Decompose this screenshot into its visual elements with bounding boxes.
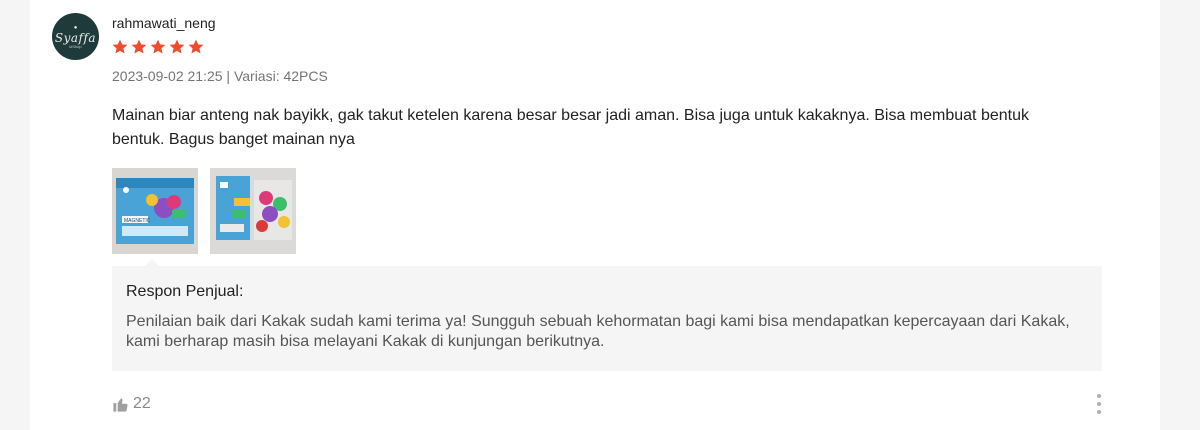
review-photos: MAGNETIC — [112, 168, 296, 254]
more-vertical-icon-dot — [1097, 410, 1101, 414]
reviewer-username: rahmawati_neng — [112, 15, 216, 31]
product-box-photo-icon: MAGNETIC — [112, 168, 198, 254]
review-photo-2[interactable] — [210, 168, 296, 254]
star-icon — [150, 39, 166, 54]
star-icon — [112, 39, 128, 54]
rating-stars — [111, 38, 205, 56]
avatar[interactable]: ● Syaffa kiShop — [52, 13, 99, 60]
avatar-logo-subtext: kiShop — [69, 43, 82, 49]
seller-response: Respon Penjual: Penilaian baik dari Kaka… — [112, 266, 1102, 371]
star-icon — [169, 39, 185, 54]
magnetic-pieces-photo-icon — [210, 168, 296, 254]
seller-response-text: Penilaian baik dari Kakak sudah kami ter… — [126, 313, 1070, 350]
star-icon — [131, 39, 147, 54]
svg-text:MAGNETIC: MAGNETIC — [124, 218, 151, 224]
more-options-button[interactable] — [1094, 394, 1104, 414]
thumbs-up-icon — [113, 397, 128, 412]
like-count: 22 — [133, 395, 151, 412]
more-vertical-icon — [1097, 394, 1101, 398]
star-icon — [188, 39, 204, 54]
review-photo-1[interactable]: MAGNETIC — [112, 168, 198, 254]
like-button[interactable]: 22 — [112, 395, 151, 413]
more-vertical-icon-dot — [1097, 402, 1101, 406]
seller-response-title: Respon Penjual: — [126, 283, 244, 300]
response-pointer — [145, 259, 159, 266]
camera-icon: ● — [73, 24, 78, 31]
review-meta: 2023-09-02 21:25 | Variasi: 42PCS — [112, 68, 328, 84]
review-text: Mainan biar anteng nak bayikk, gak takut… — [112, 107, 1029, 148]
avatar-logo-text: Syaffa — [54, 30, 97, 45]
